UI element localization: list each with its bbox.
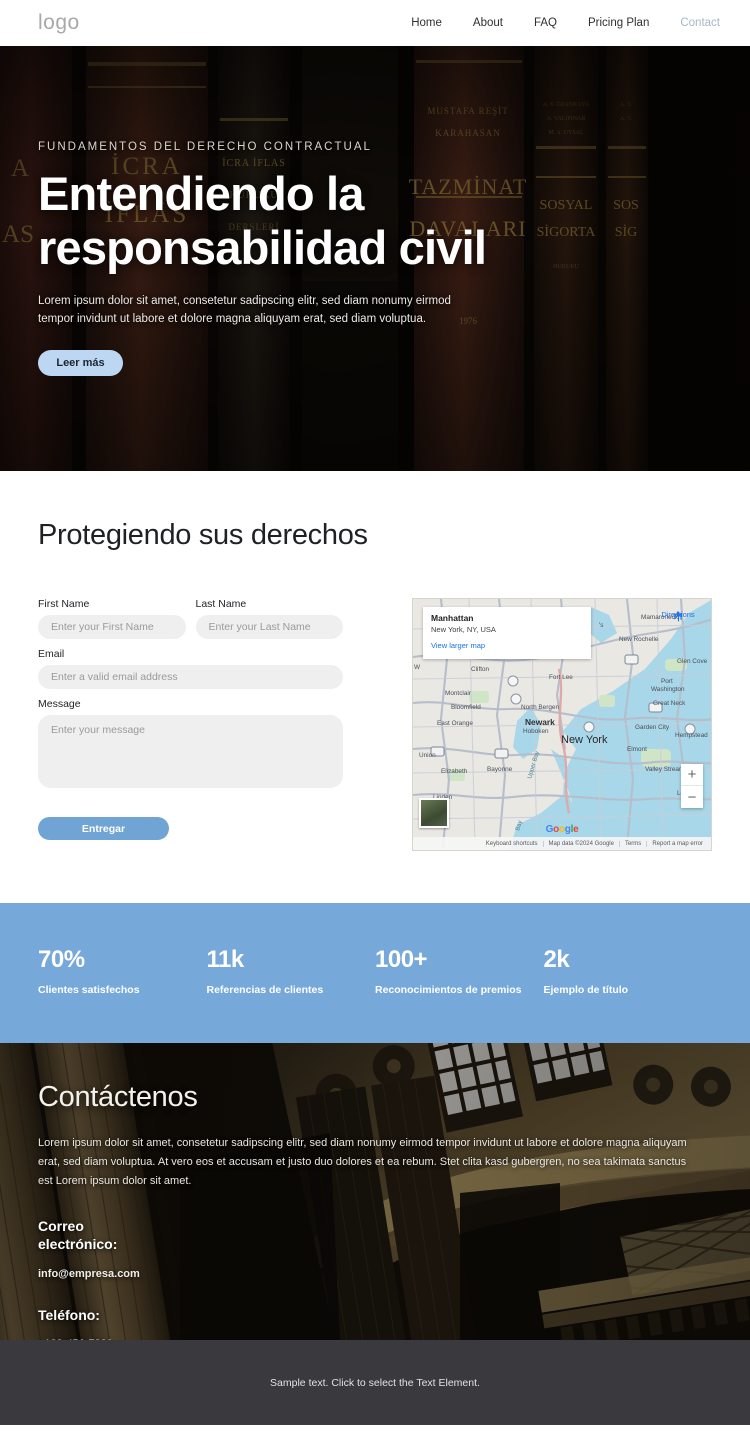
zoom-out-button[interactable]: − [681,786,703,808]
email-input[interactable] [38,665,343,689]
hero-title-line-1: Entendiendo la [38,166,364,220]
message-field: Message [38,698,343,793]
svg-text:Bayonne: Bayonne [487,766,513,773]
svg-text:Valley Stream: Valley Stream [645,766,684,773]
last-name-input[interactable] [195,615,343,639]
map-credit-report[interactable]: Report a map error [646,840,708,847]
stat-item-4: 2k Ejemplo de título [544,948,713,997]
contact-heading: Contáctenos [38,1081,198,1113]
email-label: Email [38,648,65,660]
nav-item-contact[interactable]: Contact [680,17,720,29]
google-logo: Google [545,824,579,835]
map-credit-keyboard[interactable]: Keyboard shortcuts [481,841,543,847]
svg-text:East Orange: East Orange [437,720,473,727]
svg-text:North Bergen: North Bergen [521,704,559,711]
logo[interactable]: logo [38,11,80,35]
site-header: logo Home About FAQ Pricing Plan Contact [0,0,750,46]
nav-item-about[interactable]: About [473,17,503,29]
first-name-input[interactable] [38,615,186,639]
footer-sample-text[interactable]: Sample text. Click to select the Text El… [270,1377,480,1389]
map-place-title: Manhattan [431,613,474,623]
stat-number-2: 11k [206,946,245,974]
map-zoom-controls[interactable]: + − [681,764,703,808]
hero-title-line-2: responsabilidad civil [38,221,487,275]
svg-text:W: W [414,664,421,671]
email-field: Email [38,648,343,689]
hero-section: İCRA İFLÂS A AS İCRA İFLAS HUKUKU DERSLE… [0,46,750,471]
stat-label-1: Clientes satisfechos [38,984,140,997]
first-name-label: First Name [38,598,90,610]
first-name-field: First Name [38,598,186,639]
zoom-in-button[interactable]: + [681,764,703,786]
stat-item-2: 11k Referencias de clientes [207,948,376,997]
map-street-view-thumbnail[interactable] [419,798,449,828]
map-credits: Keyboard shortcuts Map data ©2024 Google… [413,837,711,850]
hero-eyebrow: FUNDAMENTOS DEL DERECHO CONTRACTUAL [38,140,372,153]
svg-text:New York: New York [561,734,608,746]
svg-text:Glen Cove: Glen Cove [677,658,708,665]
map-place-subtitle: New York, NY, USA [431,625,496,634]
stat-item-1: 70% Clientes satisfechos [38,948,207,997]
last-name-field: Last Name [195,598,343,639]
view-larger-map-link[interactable]: View larger map [431,641,583,650]
contact-phone-value[interactable]: +123-456-7890 [38,1338,712,1340]
submit-button[interactable]: Entregar [38,817,169,840]
page-root: logo Home About FAQ Pricing Plan Contact [0,0,750,1431]
google-map[interactable]: Mamaroneck New Rochelle Glen Cove Port W… [412,598,712,851]
svg-text:Newark: Newark [525,717,555,727]
svg-text:New Rochelle: New Rochelle [619,636,659,643]
site-footer: Sample text. Click to select the Text El… [0,1340,750,1425]
contact-body-text: Lorem ipsum dolor sit amet, consetetur s… [38,1137,687,1187]
stat-number-1: 70% [38,946,85,974]
stat-number-3: 100+ [375,946,428,974]
contact-phone-title: Teléfono: [38,1306,100,1323]
rights-section-heading: Protegiendo sus derechos [38,519,368,551]
last-name-label: Last Name [195,598,247,610]
stat-item-3: 100+ Reconocimientos de premios [375,948,544,997]
message-label: Message [38,698,81,710]
contact-form-row: First Name Last Name Email Message [38,598,712,851]
svg-text:Hempstead: Hempstead [675,732,708,739]
name-field-pair: First Name Last Name [38,598,343,648]
svg-text:'s: 's [599,622,603,629]
main-nav: Home About FAQ Pricing Plan Contact [411,17,720,29]
nav-item-faq[interactable]: FAQ [534,17,557,29]
contact-email-title: Correo electrónico: [38,1217,118,1253]
contact-section: Contáctenos Lorem ipsum dolor sit amet, … [0,1043,750,1340]
contact-email-value[interactable]: info@empresa.com [38,1268,712,1280]
hero-title: Entendiendo la responsabilidad civil [38,167,508,276]
map-column: Mamaroneck New Rochelle Glen Cove Port W… [399,598,712,851]
svg-text:Montclair: Montclair [445,690,472,697]
svg-text:Port: Port [661,678,673,685]
map-credit-terms[interactable]: Terms [618,840,646,847]
svg-text:Great Neck: Great Neck [653,700,686,707]
hero-subtitle: Lorem ipsum dolor sit amet, consetetur s… [38,294,451,325]
contact-content: Contáctenos Lorem ipsum dolor sit amet, … [38,1081,712,1340]
svg-text:Union: Union [419,752,436,759]
map-credit-data: Map data ©2024 Google [542,840,619,847]
svg-text:Elmont: Elmont [627,746,647,753]
hero-cta-button[interactable]: Leer más [38,350,123,377]
svg-text:Elizabeth: Elizabeth [441,768,468,775]
map-info-card: Manhattan New York, NY, USA View larger … [423,607,591,659]
stat-number-4: 2k [543,946,570,974]
rights-section: Protegiendo sus derechos First Name Last… [0,471,750,851]
stat-label-3: Reconocimientos de premios [375,984,522,997]
svg-text:Bloomfield: Bloomfield [451,704,481,711]
hero-content: FUNDAMENTOS DEL DERECHO CONTRACTUAL Ente… [38,46,712,471]
stat-label-4: Ejemplo de título [543,984,629,997]
nav-item-home[interactable]: Home [411,17,442,29]
svg-text:Washington: Washington [651,686,685,693]
svg-text:Fort Lee: Fort Lee [549,674,573,681]
svg-text:Garden City: Garden City [635,724,670,731]
contact-form: First Name Last Name Email Message [38,598,343,851]
stat-label-2: Referencias de clientes [206,984,324,997]
message-textarea[interactable] [38,715,343,788]
nav-item-pricing-plan[interactable]: Pricing Plan [588,17,649,29]
stats-band: 70% Clientes satisfechos 11k Referencias… [0,903,750,1043]
svg-text:Hoboken: Hoboken [523,728,549,735]
svg-text:Clifton: Clifton [471,666,490,673]
directions-button[interactable]: Directions [655,610,701,622]
directions-icon [673,611,682,622]
